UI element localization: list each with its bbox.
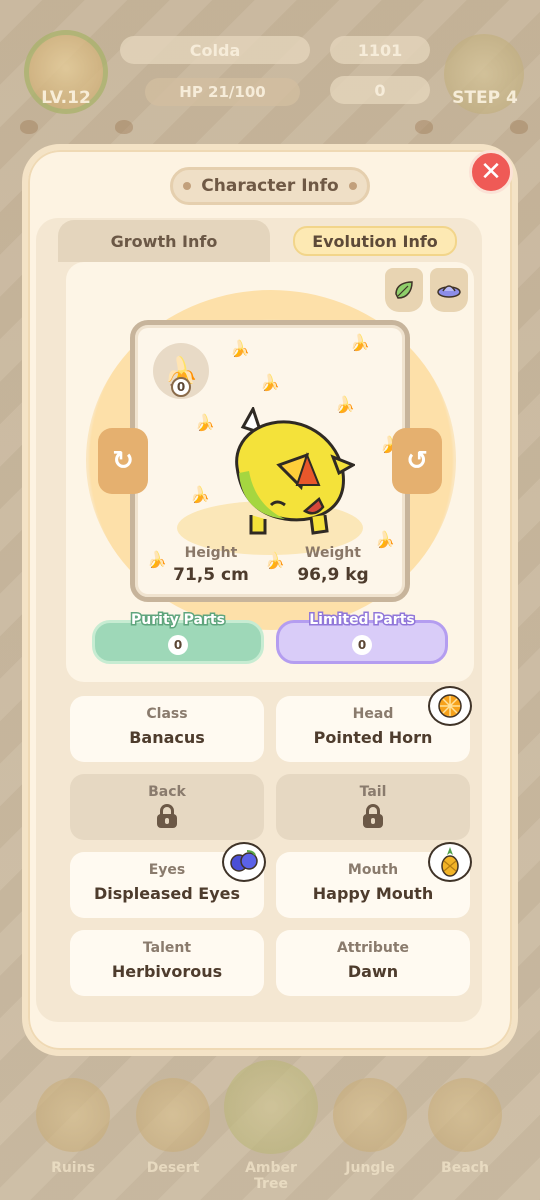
attr-label: Tail: [359, 784, 387, 800]
attr-value: Herbivorous: [111, 962, 223, 981]
modal-title: Character Info: [170, 167, 370, 205]
secondary-counter: 0: [330, 76, 430, 104]
lock-icon: [156, 804, 178, 828]
amber-tree-icon: [224, 1060, 318, 1154]
height-label: Height: [184, 545, 238, 561]
attr-tail: Tail: [276, 774, 470, 840]
attr-attribute: Attribute Dawn: [276, 930, 470, 996]
hp-bar: HP 21/100: [145, 78, 300, 106]
paw-print-icon: [510, 120, 528, 134]
rotate-left-button[interactable]: ↻: [98, 428, 148, 494]
nav-label: Jungle: [345, 1160, 395, 1176]
height-value: 71,5 cm: [173, 565, 249, 585]
attr-value: Pointed Horn: [313, 728, 433, 747]
close-button[interactable]: ✕: [469, 150, 513, 194]
attr-back: Back: [70, 774, 264, 840]
purity-parts-label: Purity Parts: [130, 611, 227, 630]
limited-parts-label: Limited Parts: [308, 611, 416, 630]
banana-icon: 🍌: [260, 373, 280, 392]
attr-label: Class: [146, 706, 188, 722]
ruins-icon: [36, 1078, 110, 1152]
tab-evolution-info[interactable]: Evolution Info: [270, 220, 480, 262]
banana-icon: 🍌: [190, 485, 210, 504]
attr-value: Banacus: [129, 728, 205, 747]
attr-talent: Talent Herbivorous: [70, 930, 264, 996]
banana-icon: 🍌: [230, 339, 250, 358]
orange-icon[interactable]: [428, 686, 472, 726]
level-text: LV.12: [41, 88, 91, 108]
paw-print-icon: [20, 120, 38, 134]
blueberry-icon[interactable]: [222, 842, 266, 882]
paw-print-icon: [115, 120, 133, 134]
attr-label: Attribute: [336, 940, 410, 956]
nav-beach[interactable]: Beach: [420, 1070, 510, 1190]
food-count: 0: [171, 377, 191, 397]
tab-growth-info[interactable]: Growth Info: [58, 220, 270, 262]
banana-icon: 🍌: [350, 333, 370, 352]
step-text: STEP 4: [452, 88, 518, 108]
rotate-right-button[interactable]: ↺: [392, 428, 442, 494]
banana-icon: 🍌: [195, 413, 215, 432]
attr-label: Talent: [142, 940, 192, 956]
attr-label: Back: [148, 784, 186, 800]
nav-label: Beach: [441, 1160, 489, 1176]
character-card: 🍌 🍌 🍌 🍌 🍌 🍌 🍌 🍌 🍌 🍌 🍌 0 Height 71,5 cm W…: [130, 320, 410, 602]
purity-parts-count: 0: [168, 635, 188, 655]
character-banacus[interactable]: [215, 407, 355, 547]
attr-class: Class Banacus: [70, 696, 264, 762]
nav-label: Ruins: [51, 1160, 95, 1176]
hud-bar: LV.12 Colda 1101 HP 21/100 0 STEP 4: [0, 0, 540, 130]
tab-evolution-label: Evolution Info: [293, 226, 457, 256]
nav-desert[interactable]: Desert: [128, 1070, 218, 1190]
attr-value: Displeased Eyes: [93, 884, 240, 903]
weight-label: Weight: [305, 545, 361, 561]
weight-value: 96,9 kg: [297, 565, 369, 585]
ufo-icon[interactable]: [430, 268, 468, 312]
pineapple-icon[interactable]: [428, 842, 472, 882]
nav-amber-tree[interactable]: Amber Tree: [224, 1060, 318, 1192]
leaf-icon[interactable]: [385, 268, 423, 312]
desert-icon: [136, 1078, 210, 1152]
attr-value: Happy Mouth: [312, 884, 434, 903]
attr-value: Dawn: [347, 962, 399, 981]
jungle-icon: [333, 1078, 407, 1152]
nav-label: Desert: [146, 1160, 200, 1176]
nav-jungle[interactable]: Jungle: [325, 1070, 415, 1190]
lock-icon: [362, 804, 384, 828]
limited-parts-count: 0: [352, 635, 372, 655]
pet-name: Colda: [120, 36, 310, 64]
beach-icon: [428, 1078, 502, 1152]
paw-print-icon: [415, 120, 433, 134]
nav-ruins[interactable]: Ruins: [28, 1070, 118, 1190]
nav-label: Amber Tree: [245, 1160, 297, 1192]
coin-counter: 1101: [330, 36, 430, 64]
bottom-navigation: Ruins Desert Amber Tree Jungle Beach: [0, 1060, 540, 1200]
